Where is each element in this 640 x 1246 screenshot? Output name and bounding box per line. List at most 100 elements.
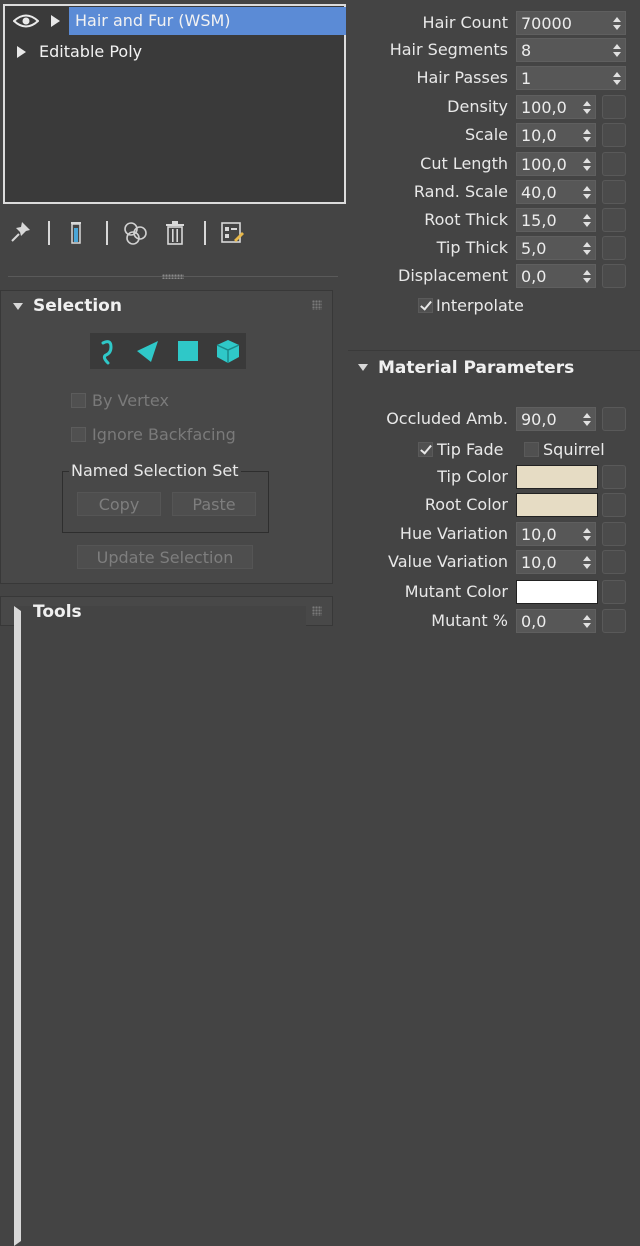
checkbox[interactable] <box>71 426 86 442</box>
toolbar-separator <box>106 221 108 245</box>
spinner-value: 1 <box>521 69 532 88</box>
spinner-arrows-icon[interactable] <box>583 129 591 143</box>
spinner-arrows-icon[interactable] <box>583 615 591 629</box>
mutant-percent-map-button[interactable] <box>602 609 626 633</box>
spinner-arrows-icon[interactable] <box>613 44 621 58</box>
selection-rollout-header[interactable]: Selection <box>1 291 332 321</box>
spinner-arrows-icon[interactable] <box>583 270 591 284</box>
checkbox-label: Ignore Backfacing <box>92 424 236 444</box>
spinner-arrows-icon[interactable] <box>583 214 591 228</box>
hair-passes-spinner[interactable]: 1 <box>516 66 626 90</box>
cut-length-spinner[interactable]: 100,0 <box>516 152 596 176</box>
tip-thick-map-button[interactable] <box>602 236 626 260</box>
by-vertex-checkbox[interactable]: By Vertex <box>71 389 169 411</box>
drag-handle-icon[interactable] <box>312 606 322 616</box>
value-variation-spinner[interactable]: 10,0 <box>516 550 596 574</box>
spinner-arrows-icon[interactable] <box>583 242 591 256</box>
squirrel-checkbox[interactable] <box>524 442 539 457</box>
density-map-button[interactable] <box>602 95 626 119</box>
displacement-spinner[interactable]: 0,0 <box>516 264 596 288</box>
remove-modifier-icon[interactable] <box>164 220 186 246</box>
param-label: Scale <box>464 125 508 144</box>
occluded-amb-spinner[interactable]: 90,0 <box>516 407 596 431</box>
interpolate-checkbox[interactable] <box>418 298 433 313</box>
toolbar-separator <box>48 221 50 245</box>
pin-stack-icon[interactable] <box>10 220 32 244</box>
hair-segments-spinner[interactable]: 8 <box>516 38 626 62</box>
stack-item-hair-and-fur[interactable]: Hair and Fur (WSM) <box>5 7 346 35</box>
eye-icon[interactable] <box>13 13 39 29</box>
checkbox[interactable] <box>71 392 86 408</box>
root-thick-spinner[interactable]: 15,0 <box>516 208 596 232</box>
stack-item-label: Editable Poly <box>39 42 143 61</box>
spinner-arrows-icon[interactable] <box>613 72 621 86</box>
ignore-backfacing-checkbox[interactable]: Ignore Backfacing <box>71 423 236 445</box>
spinner-arrows-icon[interactable] <box>583 101 591 115</box>
tip-fade-checkbox[interactable] <box>418 442 433 457</box>
scale-spinner[interactable]: 10,0 <box>516 123 596 147</box>
copy-button[interactable]: Copy <box>77 492 161 516</box>
hair-count-row: Hair Count 70000 <box>348 11 640 35</box>
spinner-arrows-icon[interactable] <box>583 528 591 542</box>
spinner-arrows-icon[interactable] <box>583 158 591 172</box>
spinner-arrows-icon[interactable] <box>583 413 591 427</box>
param-label: Hair Passes <box>416 68 508 87</box>
spinner-arrows-icon[interactable] <box>583 186 591 200</box>
param-label: Rand. Scale <box>413 182 508 201</box>
face-icon[interactable] <box>134 337 162 365</box>
tip-color-map-button[interactable] <box>602 465 626 489</box>
root-thick-row: Root Thick 15,0 <box>348 208 640 232</box>
expand-triangle-icon[interactable] <box>17 46 26 58</box>
hue-variation-spinner[interactable]: 10,0 <box>516 522 596 546</box>
spinner-value: 10,0 <box>521 126 557 145</box>
hair-count-spinner[interactable]: 70000 <box>516 11 626 35</box>
mutant-percent-spinner[interactable]: 0,0 <box>516 609 596 633</box>
mutant-color-swatch[interactable] <box>516 580 598 604</box>
stack-item-label: Hair and Fur (WSM) <box>75 11 231 30</box>
tip-thick-row: Tip Thick 5,0 <box>348 236 640 260</box>
resize-grip[interactable] <box>162 274 184 279</box>
drag-handle-icon[interactable] <box>312 300 322 310</box>
make-unique-icon[interactable] <box>122 220 150 246</box>
density-spinner[interactable]: 100,0 <box>516 95 596 119</box>
spinner-arrows-icon[interactable] <box>613 17 621 31</box>
tools-rollout[interactable]: Tools <box>0 596 333 1246</box>
paste-button[interactable]: Paste <box>172 492 256 516</box>
param-label: Occluded Amb. <box>386 409 508 428</box>
scale-map-button[interactable] <box>602 123 626 147</box>
guide-icon[interactable] <box>94 337 122 365</box>
polygon-icon[interactable] <box>174 337 202 365</box>
configure-modifier-sets-icon[interactable] <box>220 220 244 244</box>
collapse-triangle-icon[interactable] <box>13 303 23 310</box>
root-color-swatch[interactable] <box>516 493 598 517</box>
update-selection-button[interactable]: Update Selection <box>77 545 253 569</box>
spinner-arrows-icon[interactable] <box>583 556 591 570</box>
tip-color-swatch[interactable] <box>516 465 598 489</box>
element-icon[interactable] <box>214 337 242 365</box>
root-thick-map-button[interactable] <box>602 208 626 232</box>
occluded-amb-map-button[interactable] <box>602 407 626 431</box>
expand-triangle-icon[interactable] <box>14 606 306 1246</box>
checkbox-label: By Vertex <box>92 390 169 410</box>
tools-rollout-header[interactable]: Tools <box>1 597 332 1246</box>
hue-variation-map-button[interactable] <box>602 522 626 546</box>
root-color-map-button[interactable] <box>602 493 626 517</box>
show-end-result-icon[interactable] <box>68 220 84 246</box>
expand-triangle-icon[interactable] <box>51 15 60 27</box>
rand-scale-spinner[interactable]: 40,0 <box>516 180 596 204</box>
value-variation-map-button[interactable] <box>602 550 626 574</box>
displacement-map-button[interactable] <box>602 264 626 288</box>
modify-panel-left: Hair and Fur (WSM) Editable Poly Selecti… <box>0 0 347 1246</box>
spinner-value: 90,0 <box>521 410 557 429</box>
cut-length-map-button[interactable] <box>602 152 626 176</box>
stack-toolbar <box>0 212 347 252</box>
modifier-stack-list[interactable]: Hair and Fur (WSM) Editable Poly <box>3 4 346 204</box>
mutant-color-map-button[interactable] <box>602 580 626 604</box>
collapse-triangle-icon[interactable] <box>358 364 368 371</box>
cut-length-row: Cut Length 100,0 <box>348 152 640 176</box>
tip-thick-spinner[interactable]: 5,0 <box>516 236 596 260</box>
param-label: Displacement <box>398 266 508 285</box>
stack-item-editable-poly[interactable]: Editable Poly <box>5 38 344 66</box>
mutant-percent-row: Mutant % 0,0 <box>348 609 640 633</box>
rand-scale-map-button[interactable] <box>602 180 626 204</box>
